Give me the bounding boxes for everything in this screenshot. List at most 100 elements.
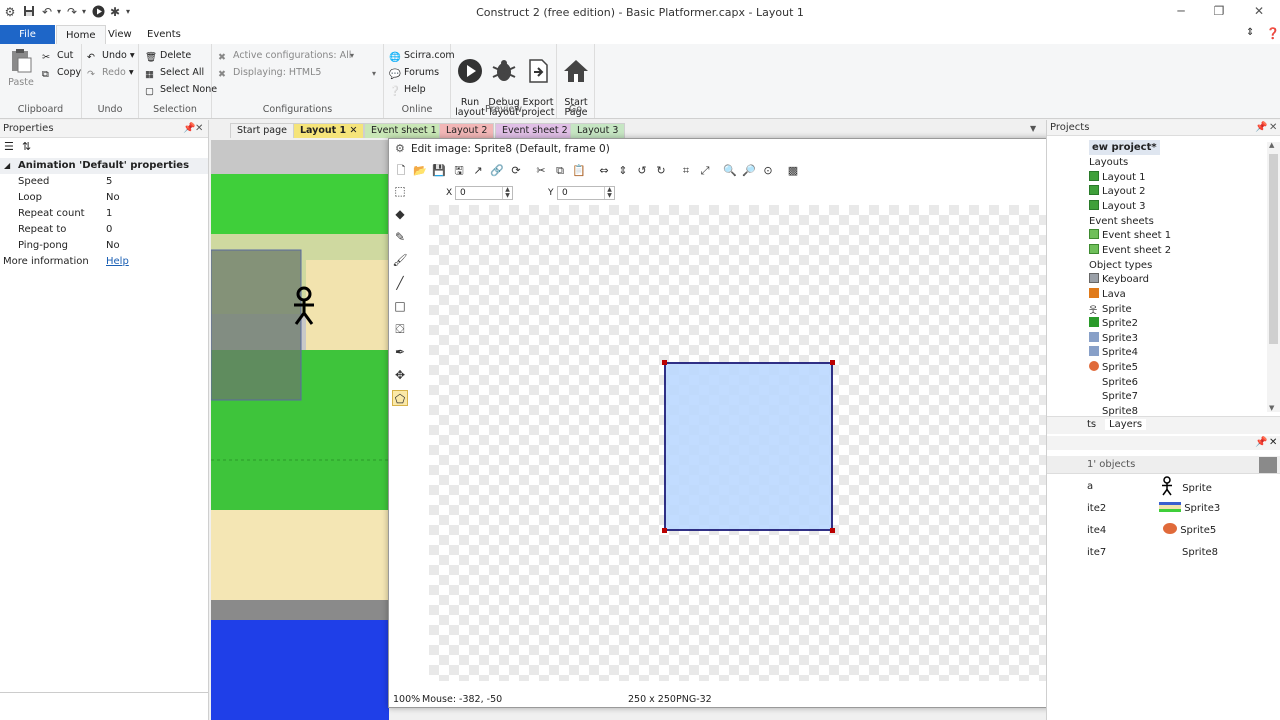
layout-canvas[interactable] [211, 140, 389, 720]
pencil-icon[interactable]: ✎ [392, 229, 408, 245]
object-item[interactable]: a [1087, 478, 1093, 496]
tree-item[interactable]: Event sheet 1 [1089, 228, 1171, 243]
help-link[interactable]: Help [106, 254, 129, 270]
help-circle-icon[interactable]: ❓ [1266, 27, 1280, 40]
select-all-button[interactable]: ▦ Select All [145, 65, 204, 81]
tab-event-sheet-2[interactable]: Event sheet 2 [495, 123, 575, 138]
cut-button[interactable]: ✂ Cut [42, 48, 73, 64]
copy-button[interactable]: ⧉ Copy [42, 65, 81, 81]
redo-button[interactable]: ↷ Redo ▾ [87, 65, 134, 81]
object-item-sprite[interactable]: Sprite [1159, 476, 1212, 496]
color-picker-icon[interactable]: ✒ [392, 344, 408, 360]
close-window-button[interactable]: ✕ [1244, 4, 1274, 20]
property-row-repeat-to[interactable]: Repeat to 0 [0, 222, 208, 238]
tab-list-dropdown-icon[interactable]: ▼ [1030, 124, 1036, 133]
close-tab-icon[interactable]: ✕ [349, 125, 357, 136]
brush-icon[interactable]: 🖌 [392, 252, 408, 268]
property-row-ping-pong[interactable]: Ping-pong No [0, 238, 208, 254]
grid-toggle-icon[interactable]: ▩ [785, 163, 801, 179]
tab-projects[interactable]: ts [1087, 419, 1096, 430]
eraser-icon[interactable]: ◆ [392, 206, 408, 222]
tab-events[interactable]: Events [138, 25, 190, 44]
tree-item[interactable]: Layout 3 [1089, 199, 1146, 214]
tree-item[interactable]: Object types [1089, 258, 1152, 273]
object-item-sprite8[interactable]: Sprite8 [1182, 544, 1218, 562]
project-root[interactable]: ew project* [1089, 140, 1160, 155]
object-item[interactable]: ite4 [1087, 522, 1106, 540]
tree-item[interactable]: Lava [1089, 287, 1126, 302]
new-image-icon[interactable]: 🗋 [393, 163, 409, 179]
rotate-ccw-icon[interactable]: ↺ [634, 163, 650, 179]
y-spinner-icon[interactable]: ▲ ▼ [604, 187, 614, 199]
close-icon[interactable]: ✕ [1269, 120, 1277, 136]
close-icon[interactable]: ✕ [1269, 437, 1277, 448]
y-input[interactable]: 0 ▲ ▼ [557, 186, 615, 200]
tree-item[interactable]: Keyboard [1089, 272, 1149, 287]
categorized-view-icon[interactable]: ☰ [4, 140, 14, 153]
object-item[interactable]: ite2 [1087, 500, 1106, 518]
image-canvas[interactable] [429, 205, 1079, 681]
paste-icon[interactable]: 📋 [571, 163, 587, 179]
sort-alpha-icon[interactable]: ⇅ [22, 140, 31, 153]
refresh-icon[interactable]: ⟳ [508, 163, 524, 179]
active-configurations-dropdown[interactable]: ✖ Active configurations: All [218, 48, 351, 64]
tree-item[interactable]: Sprite7 [1089, 389, 1138, 404]
projects-scrollbar[interactable]: ▲ ▼ [1267, 141, 1280, 412]
tab-file[interactable]: File [0, 25, 55, 44]
mirror-icon[interactable]: ⇔ [596, 163, 612, 179]
object-item[interactable]: ite7 [1087, 544, 1106, 562]
line-icon[interactable]: ╱ [392, 275, 408, 291]
zoom-out-icon[interactable]: 🔎 [741, 163, 757, 179]
save-icon[interactable]: 💾 [431, 163, 447, 179]
chevron-down-icon[interactable]: ▾ [372, 69, 376, 78]
rectangle-icon[interactable]: □ [392, 298, 408, 314]
property-row-speed[interactable]: Speed 5 [0, 174, 208, 190]
tree-item[interactable]: Event sheets [1089, 214, 1154, 229]
flip-icon[interactable]: ⇕ [615, 163, 631, 179]
forums-link[interactable]: 💬 Forums [389, 65, 439, 81]
tab-layers[interactable]: Layers [1105, 419, 1147, 430]
zoom-reset-icon[interactable]: ⊙ [760, 163, 776, 179]
tree-item[interactable]: Sprite5 [1089, 360, 1138, 375]
tree-item[interactable]: Sprite4 [1089, 345, 1138, 360]
tree-item[interactable]: 웃 Sprite [1089, 302, 1132, 317]
minimize-button[interactable]: ─ [1166, 4, 1196, 20]
undo-button[interactable]: ↶ Undo ▾ [87, 48, 135, 64]
copy-icon[interactable]: ⧉ [552, 163, 568, 179]
objects-view-icon[interactable] [1259, 457, 1277, 473]
tab-layout-1[interactable]: Layout 1 ✕ [293, 123, 365, 138]
origin-point-icon[interactable]: ✥ [392, 367, 408, 383]
rotate-cw-icon[interactable]: ↻ [653, 163, 669, 179]
tree-item[interactable]: Layout 1 [1089, 170, 1146, 185]
tree-item[interactable]: Event sheet 2 [1089, 243, 1171, 258]
object-item-sprite5[interactable]: Sprite5 [1159, 522, 1216, 540]
resize-icon[interactable]: ⤢ [697, 163, 713, 179]
pin-icon[interactable]: 📌 [1255, 437, 1267, 448]
tab-view[interactable]: View [99, 25, 141, 44]
maximize-button[interactable]: ❐ [1204, 4, 1234, 20]
ribbon-scroll-icon[interactable]: ⇕ [1246, 27, 1254, 38]
paste-button[interactable]: Paste [4, 48, 38, 88]
export-icon[interactable]: ↗ [470, 163, 486, 179]
tab-layout-2[interactable]: Layout 2 [439, 123, 495, 138]
tree-item[interactable]: Layouts [1089, 155, 1128, 170]
scroll-thumb[interactable] [1269, 154, 1278, 344]
help-link[interactable]: ❔ Help [389, 82, 426, 98]
scroll-up-icon[interactable]: ▲ [1269, 141, 1274, 149]
object-item-sprite3[interactable]: Sprite3 [1159, 500, 1220, 518]
tree-item[interactable]: Sprite6 [1089, 375, 1138, 390]
chevron-down-icon[interactable]: ▾ [350, 51, 354, 60]
link-icon[interactable]: 🔗 [489, 163, 505, 179]
rect-select-icon[interactable]: ⬚ [392, 183, 408, 199]
property-section-header[interactable]: ◢ Animation 'Default' properties [0, 158, 208, 174]
crop-icon[interactable]: ⌗ [678, 163, 694, 179]
tree-item[interactable]: Sprite2 [1089, 316, 1138, 331]
displaying-dropdown[interactable]: ✖ Displaying: HTML5 [218, 65, 321, 81]
tab-event-sheet-1[interactable]: Event sheet 1 [364, 123, 444, 138]
delete-button[interactable]: 🗑 Delete [145, 48, 191, 64]
tree-item[interactable]: Layout 2 [1089, 184, 1146, 199]
close-icon[interactable]: ✕ [195, 120, 203, 138]
x-spinner-icon[interactable]: ▲ ▼ [502, 187, 512, 199]
collision-polygon-icon[interactable]: ⬠ [392, 390, 408, 406]
scirra-link[interactable]: 🌐 Scirra.com [389, 48, 455, 64]
